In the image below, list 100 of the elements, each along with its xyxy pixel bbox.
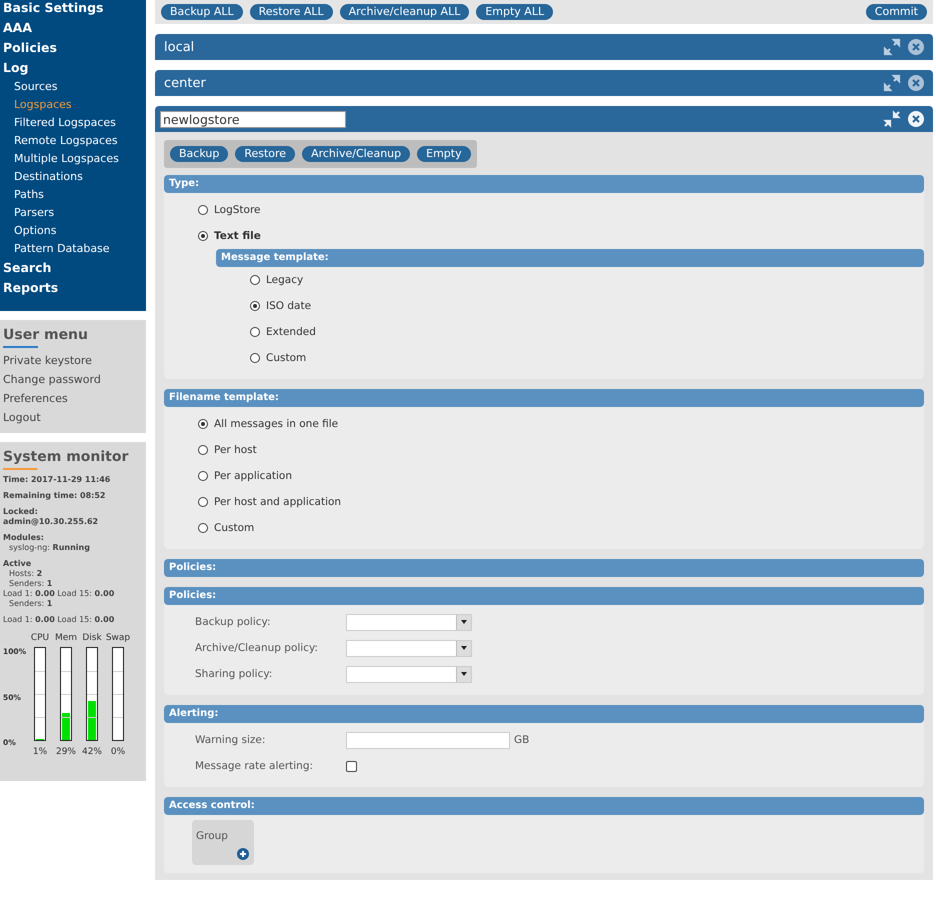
radio-button[interactable] — [198, 445, 208, 455]
logspace-name: center — [164, 76, 206, 90]
logspace-header[interactable]: center — [155, 70, 933, 96]
radio-button[interactable] — [198, 205, 208, 215]
meter-label: Mem — [54, 633, 78, 645]
radio-button[interactable] — [198, 471, 208, 481]
section-header: Policies: — [164, 559, 924, 577]
user-menu-link[interactable]: Preferences — [3, 391, 143, 410]
nav-subitem[interactable]: Paths — [3, 188, 146, 206]
action-button[interactable]: Restore — [235, 146, 296, 162]
action-button[interactable]: Archive/Cleanup — [302, 146, 410, 162]
unit-label: GB — [514, 734, 530, 746]
monitor-text: Time: 2017-11-29 11:46 — [3, 475, 112, 485]
user-menu-link[interactable]: Change password — [3, 372, 143, 391]
meter-reading: 29% — [56, 747, 76, 757]
nav-item[interactable]: Search — [3, 260, 146, 280]
nav-subitem[interactable]: Pattern Database — [3, 242, 146, 260]
nav-subitem[interactable]: Options — [3, 224, 146, 242]
section-header: Type: — [164, 175, 924, 193]
radio-button[interactable] — [198, 523, 208, 533]
meter-reading: 0% — [110, 747, 126, 757]
monitor-text: Load 1: 0.00 Load 15: 0.00 — [3, 615, 116, 625]
radio-label: Extended — [266, 326, 316, 338]
close-icon[interactable] — [907, 110, 925, 128]
field-label: Sharing policy: — [195, 668, 274, 680]
radio-label: Per application — [214, 470, 292, 482]
radio-button[interactable] — [198, 419, 208, 429]
nav-item[interactable]: Basic Settings — [3, 0, 146, 20]
nav-item[interactable]: Policies — [3, 40, 146, 60]
monitor-text: Senders: 1 — [8, 599, 54, 609]
radio-label: Custom — [214, 522, 254, 534]
toolbar-button[interactable]: Archive/cleanup ALL — [340, 4, 470, 20]
commit-button[interactable]: Commit — [866, 4, 927, 20]
close-icon[interactable] — [907, 74, 925, 92]
logspace-header[interactable]: local — [155, 34, 933, 60]
expand-icon[interactable] — [883, 38, 901, 56]
toolbar-button[interactable]: Backup ALL — [161, 4, 243, 20]
logspace-name-field[interactable]: newlogstore — [160, 110, 346, 128]
meter-reading: 1% — [32, 747, 48, 757]
action-button[interactable]: Empty — [417, 146, 471, 162]
radio-button[interactable] — [250, 275, 260, 285]
nav-subitem[interactable]: Remote Logspaces — [3, 134, 146, 152]
toolbar-button[interactable]: Empty ALL — [476, 4, 554, 20]
radio-label: ISO date — [266, 300, 312, 312]
nav-item[interactable]: Reports — [3, 280, 146, 300]
section-header: Policies: — [164, 587, 924, 605]
radio-button[interactable] — [250, 301, 260, 311]
expand-icon[interactable] — [883, 74, 901, 92]
nav-subitem[interactable]: Destinations — [3, 170, 146, 188]
caret-icon — [461, 672, 467, 676]
monitor-text: Load 1: 0.00 Load 15: 0.00 — [3, 589, 116, 599]
monitor-text: Hosts: 2 — [8, 569, 44, 579]
close-icon[interactable] — [907, 38, 925, 56]
nav-subitem[interactable]: Multiple Logspaces — [3, 152, 146, 170]
group-label: Group — [196, 830, 228, 842]
warning-size-field[interactable] — [346, 732, 510, 748]
monitor-text: Modules: — [3, 533, 46, 543]
monitor-text: syslog-ng: Running — [8, 543, 91, 553]
radio-button[interactable] — [198, 231, 208, 241]
collapse-icon[interactable] — [883, 110, 901, 128]
nav-subitem[interactable]: Filtered Logspaces — [3, 116, 146, 134]
toolbar-button[interactable]: Restore ALL — [250, 4, 333, 20]
radio-label: Legacy — [266, 274, 304, 286]
radio-label: Per host and application — [214, 496, 342, 508]
subsection-header: Message template: — [216, 249, 924, 267]
meter-reading: 42% — [82, 747, 102, 757]
radio-button[interactable] — [250, 353, 260, 363]
logspace-header[interactable]: newlogstore — [155, 106, 933, 132]
action-button[interactable]: Backup — [170, 146, 228, 162]
nav-item[interactable]: Log — [3, 60, 146, 80]
user-menu-link[interactable]: Logout — [3, 410, 143, 429]
monitor-text: Remaining time: 08:52 — [3, 491, 106, 501]
nav-subitem[interactable]: Sources — [3, 80, 146, 98]
system-monitor-title: System monitor — [3, 449, 128, 470]
radio-label: Text file — [214, 230, 261, 242]
add-icon[interactable] — [237, 848, 249, 860]
radio-label: All messages in one file — [214, 418, 338, 430]
nav-subitem[interactable]: Parsers — [3, 206, 146, 224]
section-header: Access control: — [164, 797, 924, 815]
radio-button[interactable] — [250, 327, 260, 337]
radio-label: Custom — [266, 352, 306, 364]
meter-label: CPU — [30, 633, 50, 645]
meter-label: Disk — [82, 633, 102, 645]
section-header: Alerting: — [164, 705, 924, 723]
radio-label: LogStore — [214, 204, 261, 216]
checkbox[interactable] — [346, 760, 357, 772]
nav-subitem[interactable]: Logspaces — [3, 98, 146, 116]
monitor-text: Senders: 1 — [8, 579, 54, 589]
nav-item[interactable]: AAA — [3, 20, 146, 40]
monitor-text: Active — [3, 559, 32, 569]
field-label: Message rate alerting: — [195, 760, 314, 772]
monitor-text: admin@10.30.255.62 — [3, 517, 100, 527]
caret-icon — [461, 646, 467, 650]
field-label: Backup policy: — [195, 616, 272, 628]
user-menu-link[interactable]: Private keystore — [3, 353, 143, 372]
user-menu-title: User menu — [3, 327, 88, 348]
field-label: Archive/Cleanup policy: — [195, 642, 319, 654]
field-label: Warning size: — [195, 734, 266, 746]
radio-button[interactable] — [198, 497, 208, 507]
section-header: Filename template: — [164, 389, 924, 407]
